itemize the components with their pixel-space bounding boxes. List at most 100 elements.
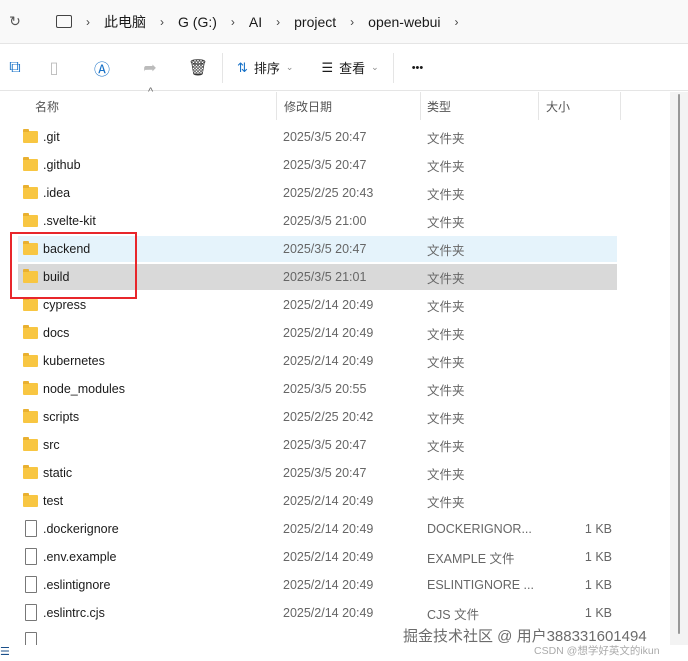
file-type: 文件夹: [427, 411, 465, 426]
file-row[interactable]: kubernetes 2025/2/14 20:49 文件夹: [18, 348, 617, 374]
share-icon[interactable]: ➦: [126, 58, 174, 78]
file-type: 文件夹: [427, 355, 465, 370]
file-type: 文件夹: [427, 383, 465, 398]
file-name: .svelte-kit: [43, 214, 96, 228]
file-date: 2025/3/5 21:01: [283, 270, 367, 284]
folder-icon: [23, 437, 38, 451]
sort-button[interactable]: ⇅ 排序 ⌄: [223, 58, 307, 77]
refresh-icon[interactable]: ↻: [0, 13, 30, 30]
highlight-annotation: [10, 232, 137, 299]
file-row[interactable]: .env.example 2025/2/14 20:49 EXAMPLE 文件 …: [18, 544, 617, 570]
more-button[interactable]: •••: [394, 62, 442, 74]
folder-icon: [23, 325, 38, 339]
divider[interactable]: [276, 92, 277, 120]
file-row[interactable]: static 2025/3/5 20:47 文件夹: [18, 460, 617, 486]
file-type: 文件夹: [427, 439, 465, 454]
file-row[interactable]: .idea 2025/2/25 20:43 文件夹: [18, 180, 617, 206]
folder-icon: [23, 381, 38, 395]
vertical-scrollbar[interactable]: [670, 92, 688, 645]
file-row[interactable]: .github 2025/3/5 20:47 文件夹: [18, 152, 617, 178]
file-type: 文件夹: [427, 495, 465, 510]
file-size: 1 KB: [584, 522, 612, 536]
divider[interactable]: [538, 92, 539, 120]
view-label: 查看: [339, 61, 366, 76]
folder-icon: [23, 465, 38, 479]
breadcrumb-this-pc[interactable]: 此电脑: [104, 12, 146, 32]
file-name: .idea: [43, 186, 71, 200]
column-size[interactable]: 大小: [546, 98, 570, 115]
file-row[interactable]: .dockerignore 2025/2/14 20:49 DOCKERIGNO…: [18, 516, 617, 542]
delete-icon[interactable]: 🗑: [174, 58, 222, 78]
chevron-right-icon: ›: [86, 14, 90, 29]
address-bar[interactable]: ↻ › 此电脑 › G (G:) › AI › project › open-webui…: [0, 0, 688, 44]
file-type: 文件夹: [427, 215, 465, 230]
file-name: src: [43, 438, 60, 452]
file-date: 2025/2/14 20:49: [283, 298, 374, 312]
breadcrumb-drive[interactable]: G (G:): [178, 14, 217, 30]
file-type: CJS 文件: [427, 607, 480, 622]
file-date: 2025/2/14 20:49: [283, 606, 374, 620]
file-type: 文件夹: [427, 243, 465, 258]
breadcrumb-ai[interactable]: AI: [249, 14, 262, 30]
column-date[interactable]: 修改日期: [284, 98, 332, 115]
file-name: docs: [43, 326, 70, 340]
divider[interactable]: [420, 92, 421, 120]
file-name: .git: [43, 130, 60, 144]
sort-label: 排序: [253, 61, 280, 76]
file-date: 2025/2/25 20:43: [283, 186, 374, 200]
file-row[interactable]: .eslintignore 2025/2/14 20:49 ESLINTIGNO…: [18, 572, 617, 598]
sort-ascending-icon: ^: [148, 86, 154, 98]
file-row[interactable]: .git 2025/3/5 20:47 文件夹: [18, 124, 617, 150]
column-type[interactable]: 类型: [427, 98, 451, 115]
file-date: 2025/2/14 20:49: [283, 326, 374, 340]
chevron-right-icon[interactable]: ›: [455, 15, 459, 29]
paste-icon[interactable]: ▯: [30, 58, 78, 78]
file-row[interactable]: scripts 2025/2/25 20:42 文件夹: [18, 404, 617, 430]
file-type: EXAMPLE 文件: [427, 551, 515, 566]
rename-icon[interactable]: Ⓐ: [78, 56, 126, 80]
file-row[interactable]: .eslintrc.cjs 2025/2/14 20:49 CJS 文件 1 K…: [18, 600, 617, 626]
file-name: kubernetes: [43, 354, 105, 368]
details-view-icon[interactable]: ☰: [0, 645, 10, 658]
chevron-down-icon: ⌄: [371, 62, 379, 72]
breadcrumb-project[interactable]: project: [294, 14, 336, 30]
folder-icon: [23, 129, 38, 143]
folder-icon: [23, 213, 38, 227]
file-row[interactable]: docs 2025/2/14 20:49 文件夹: [18, 320, 617, 346]
file-date: 2025/3/5 20:47: [283, 242, 367, 256]
file-type: 文件夹: [427, 187, 465, 202]
file-row[interactable]: node_modules 2025/3/5 20:55 文件夹: [18, 376, 617, 402]
watermark-csdn: CSDN @想学好英文的ikun: [534, 645, 660, 657]
command-bar: ⧉ ▯ Ⓐ ➦ 🗑 ⇅ 排序 ⌄ ☰ 查看 ⌄ •••: [0, 45, 688, 91]
file-name: .eslintignore: [43, 578, 111, 592]
file-name: test: [43, 494, 64, 508]
breadcrumb-open-webui[interactable]: open-webui: [368, 14, 440, 30]
file-date: 2025/2/14 20:49: [283, 522, 374, 536]
column-name[interactable]: 名称: [35, 98, 59, 115]
file-date: 2025/2/14 20:49: [283, 494, 374, 508]
file-size: 1 KB: [584, 578, 612, 592]
file-type: 文件夹: [427, 159, 465, 174]
file-type: DOCKERIGNOR...: [427, 522, 532, 536]
file-row[interactable]: .svelte-kit 2025/3/5 21:00 文件夹: [18, 208, 617, 234]
chevron-right-icon: ›: [160, 14, 164, 29]
file-date: 2025/3/5 20:55: [283, 382, 367, 396]
file-size: 1 KB: [584, 606, 612, 620]
view-button[interactable]: ☰ 查看 ⌄: [307, 58, 392, 77]
copy-icon[interactable]: ⧉: [0, 59, 30, 77]
file-type: 文件夹: [427, 467, 465, 482]
file-icon: [25, 548, 37, 565]
file-row[interactable]: test 2025/2/14 20:49 文件夹: [18, 488, 617, 514]
chevron-right-icon: ›: [350, 14, 355, 29]
chevron-right-icon: ›: [230, 14, 235, 29]
file-row[interactable]: src 2025/3/5 20:47 文件夹: [18, 432, 617, 458]
chevron-down-icon: ⌄: [285, 62, 294, 72]
divider[interactable]: [620, 92, 621, 120]
folder-icon: [23, 185, 38, 199]
file-type: 文件夹: [427, 131, 465, 146]
folder-icon: [23, 493, 38, 507]
file-date: 2025/3/5 20:47: [283, 438, 367, 452]
sort-icon: ⇅: [237, 59, 248, 75]
file-name: .eslintrc.cjs: [43, 606, 105, 620]
file-date: 2025/2/14 20:49: [283, 354, 374, 368]
